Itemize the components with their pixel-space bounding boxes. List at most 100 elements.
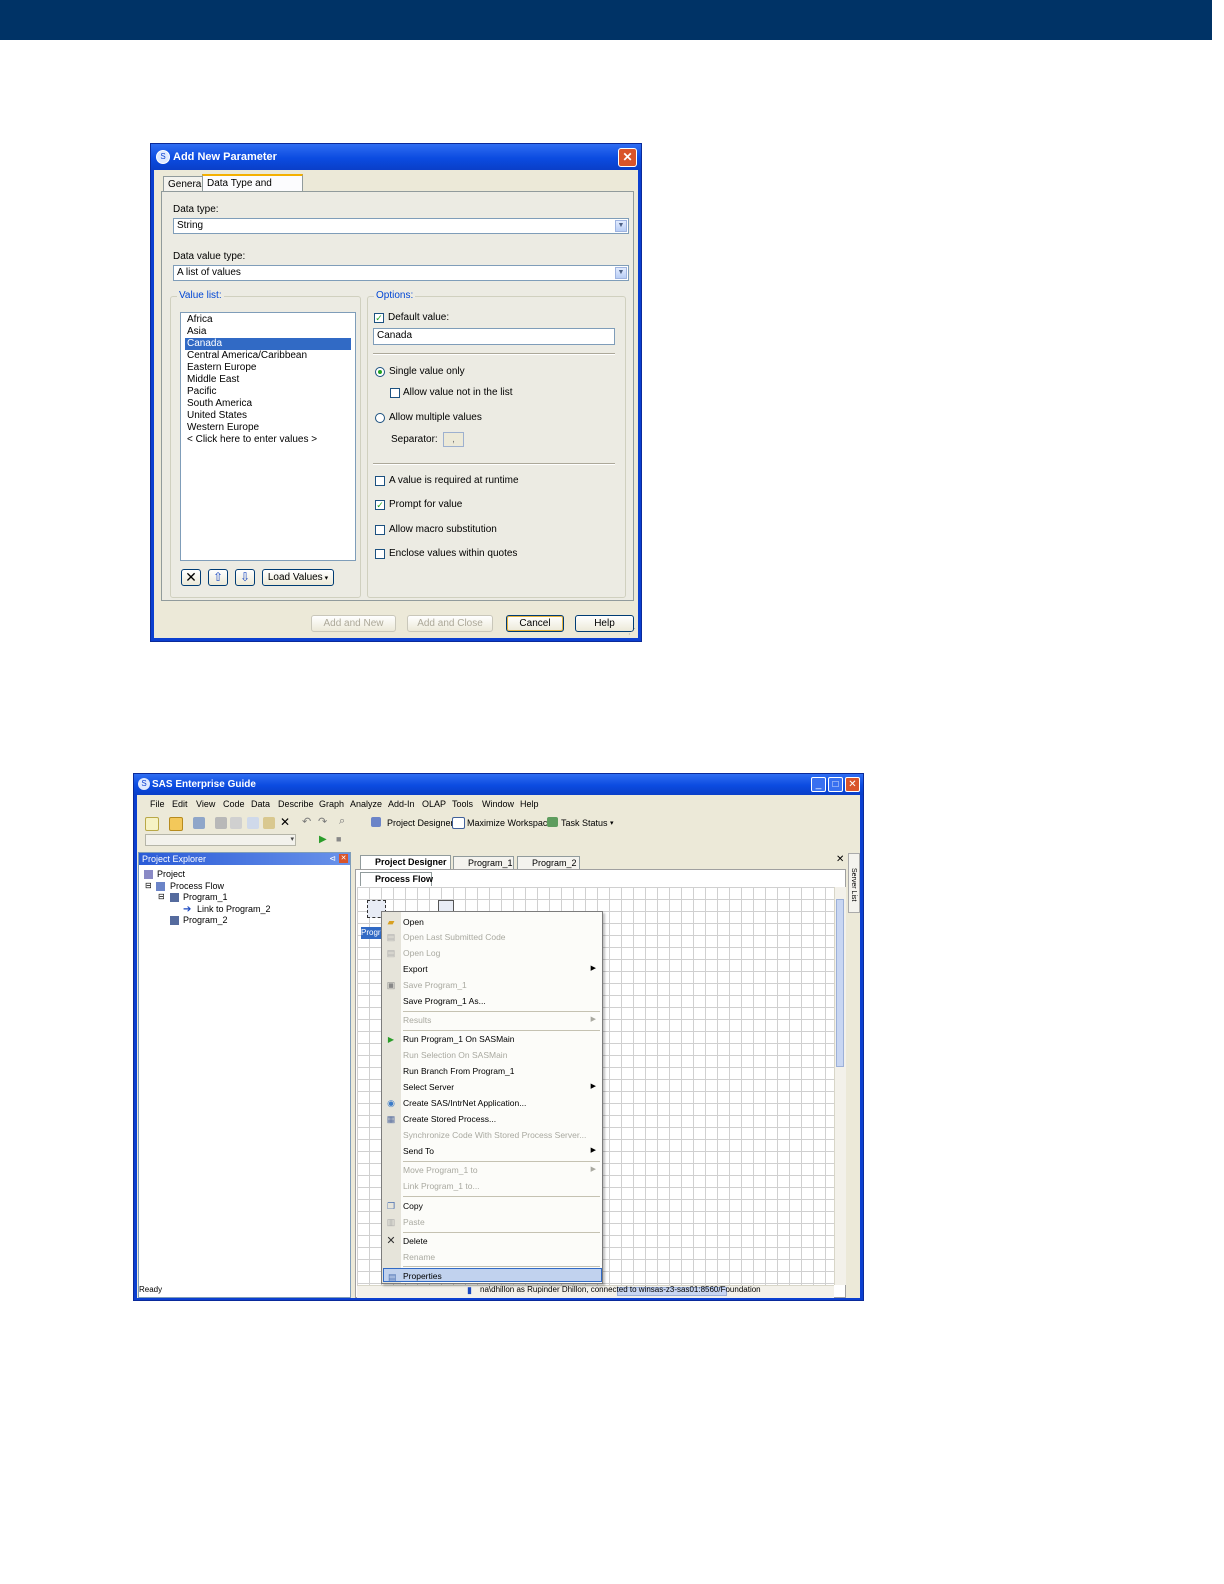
collapse-icon[interactable]: ⊟ (158, 892, 165, 901)
paste-icon[interactable] (263, 817, 275, 829)
minimize-icon[interactable]: _ (811, 777, 826, 792)
list-item-selected[interactable]: Canada (185, 338, 351, 350)
undo-icon[interactable]: ↶ (302, 815, 311, 828)
menu-item-open-last-submitted-code[interactable]: Open Last Submitted Code (403, 930, 602, 944)
open-folder-icon[interactable] (169, 817, 183, 831)
tab-data-type-and-values[interactable]: Data Type and Values (202, 174, 303, 205)
separator-input[interactable]: , (443, 432, 464, 447)
tree-item-program-1[interactable]: Program_1 (183, 892, 228, 902)
menu-window[interactable]: Window (482, 799, 514, 809)
task-status-button[interactable]: Task Status (561, 818, 608, 828)
menu-item-create-intrnet-app[interactable]: Create SAS/IntrNet Application... (403, 1096, 602, 1110)
close-icon[interactable]: ✕ (618, 148, 637, 167)
menu-item-save-program-1[interactable]: Save Program_1 (403, 978, 602, 992)
macro-substitution-checkbox[interactable] (375, 525, 385, 535)
menu-item-create-stored-process[interactable]: Create Stored Process... (403, 1112, 602, 1126)
cut-icon[interactable] (230, 817, 242, 829)
enclose-quotes-checkbox[interactable] (375, 549, 385, 559)
menu-item-copy[interactable]: Copy (403, 1199, 602, 1213)
menu-data[interactable]: Data (251, 799, 270, 809)
menu-code[interactable]: Code (223, 799, 245, 809)
list-item[interactable]: Central America/Caribbean (185, 350, 351, 362)
menu-item-open-log[interactable]: Open Log (403, 946, 602, 960)
menu-describe[interactable]: Describe (278, 799, 314, 809)
data-type-select[interactable]: String ▼ (173, 218, 629, 234)
menu-item-export[interactable]: Export ▶ (403, 962, 602, 976)
menu-analyze[interactable]: Analyze (350, 799, 382, 809)
tree-item-link-to-program-2[interactable]: Link to Program_2 (197, 904, 271, 914)
run-icon[interactable]: ▶ (319, 834, 327, 845)
menu-tools[interactable]: Tools (452, 799, 473, 809)
menu-item-select-server[interactable]: Select Server ▶ (403, 1080, 602, 1094)
dialog-titlebar[interactable]: S Add New Parameter ✕ (151, 144, 641, 170)
tree-item-project[interactable]: Project (157, 869, 185, 879)
menu-help[interactable]: Help (520, 799, 539, 809)
list-item[interactable]: United States (185, 410, 351, 422)
delete-icon[interactable]: ✕ (280, 815, 290, 829)
data-value-type-select[interactable]: A list of values ▼ (173, 265, 629, 281)
tab-general[interactable]: General (163, 176, 204, 192)
list-item[interactable]: Western Europe (185, 422, 351, 434)
list-item[interactable]: Pacific (185, 386, 351, 398)
vertical-scrollbar[interactable] (834, 887, 846, 1285)
menu-item-run-selection[interactable]: Run Selection On SASMain (403, 1048, 602, 1062)
tree-item-program-2[interactable]: Program_2 (183, 915, 228, 925)
menu-item-paste[interactable]: Paste (403, 1215, 602, 1229)
tree-item-process-flow[interactable]: Process Flow (170, 881, 224, 891)
menu-item-run-program-1[interactable]: Run Program_1 On SASMain (403, 1032, 602, 1046)
value-required-checkbox[interactable] (375, 476, 385, 486)
menu-item-link-program-1[interactable]: Link Program_1 to... (403, 1179, 602, 1193)
redo-icon[interactable]: ↷ (318, 815, 327, 828)
list-item[interactable]: Africa (185, 314, 351, 326)
toolbar-overflow-icon[interactable]: ▾ (610, 819, 614, 827)
list-item[interactable]: Asia (185, 326, 351, 338)
chevron-down-icon[interactable]: ▼ (615, 267, 627, 279)
menu-item-open[interactable]: Open (403, 915, 602, 929)
list-item-enter-values[interactable]: < Click here to enter values > (185, 434, 351, 446)
menu-item-move-program-1[interactable]: Move Program_1 to ▶ (403, 1163, 602, 1177)
close-icon[interactable]: ✕ (845, 777, 860, 792)
chevron-down-icon[interactable]: ▾ (290, 835, 294, 843)
cancel-button[interactable]: Cancel (506, 615, 564, 632)
tab-program-1[interactable]: Program_1 (453, 856, 514, 869)
save-icon[interactable] (193, 817, 205, 829)
menu-item-properties[interactable]: ▤ Properties (383, 1268, 602, 1282)
allow-not-in-list-checkbox[interactable] (390, 388, 400, 398)
menu-file[interactable]: File (150, 799, 165, 809)
menu-item-run-branch[interactable]: Run Branch From Program_1 (403, 1064, 602, 1078)
close-tab-icon[interactable]: ✕ (836, 854, 844, 865)
menu-item-delete[interactable]: Delete (403, 1234, 602, 1248)
project-designer-button[interactable]: Project Designer (387, 818, 454, 828)
scroll-thumb[interactable] (836, 899, 844, 1067)
list-item[interactable]: South America (185, 398, 351, 410)
server-list-tab[interactable]: Server List (848, 853, 860, 913)
help-button[interactable]: Help (575, 615, 634, 632)
list-item[interactable]: Eastern Europe (185, 362, 351, 374)
pin-icon[interactable]: ⊲ (329, 853, 336, 865)
menu-graph[interactable]: Graph (319, 799, 344, 809)
value-listbox[interactable]: Africa Asia Canada Central America/Carib… (180, 312, 356, 561)
menu-item-send-to[interactable]: Send To ▶ (403, 1144, 602, 1158)
menu-item-synchronize-code[interactable]: Synchronize Code With Stored Process Ser… (403, 1128, 602, 1142)
menu-view[interactable]: View (196, 799, 215, 809)
move-up-button[interactable]: ⇧ (208, 569, 228, 586)
close-icon[interactable]: ✕ (339, 854, 348, 863)
delete-value-button[interactable]: ✕ (181, 569, 201, 586)
chevron-down-icon[interactable]: ▼ (615, 220, 627, 232)
tab-project-designer[interactable]: Project Designer (360, 855, 451, 869)
resize-grip-icon[interactable]: ⋰ (628, 627, 636, 636)
new-icon[interactable] (145, 817, 159, 831)
menu-olap[interactable]: OLAP (422, 799, 446, 809)
stop-icon[interactable]: ■ (336, 834, 341, 844)
allow-multiple-radio[interactable] (375, 413, 385, 423)
tab-program-2[interactable]: Program_2 (517, 856, 580, 869)
tab-process-flow[interactable]: Process Flow (360, 872, 433, 886)
menu-add-in[interactable]: Add-In (388, 799, 415, 809)
add-and-new-button[interactable]: Add and New (311, 615, 396, 632)
move-down-button[interactable]: ⇩ (235, 569, 255, 586)
menu-edit[interactable]: Edit (172, 799, 188, 809)
window-titlebar[interactable]: S SAS Enterprise Guide _ □ ✕ (134, 774, 863, 795)
default-value-input[interactable]: Canada (373, 328, 615, 345)
menu-item-results[interactable]: Results ▶ (403, 1013, 602, 1027)
collapse-icon[interactable]: ⊟ (145, 881, 152, 890)
